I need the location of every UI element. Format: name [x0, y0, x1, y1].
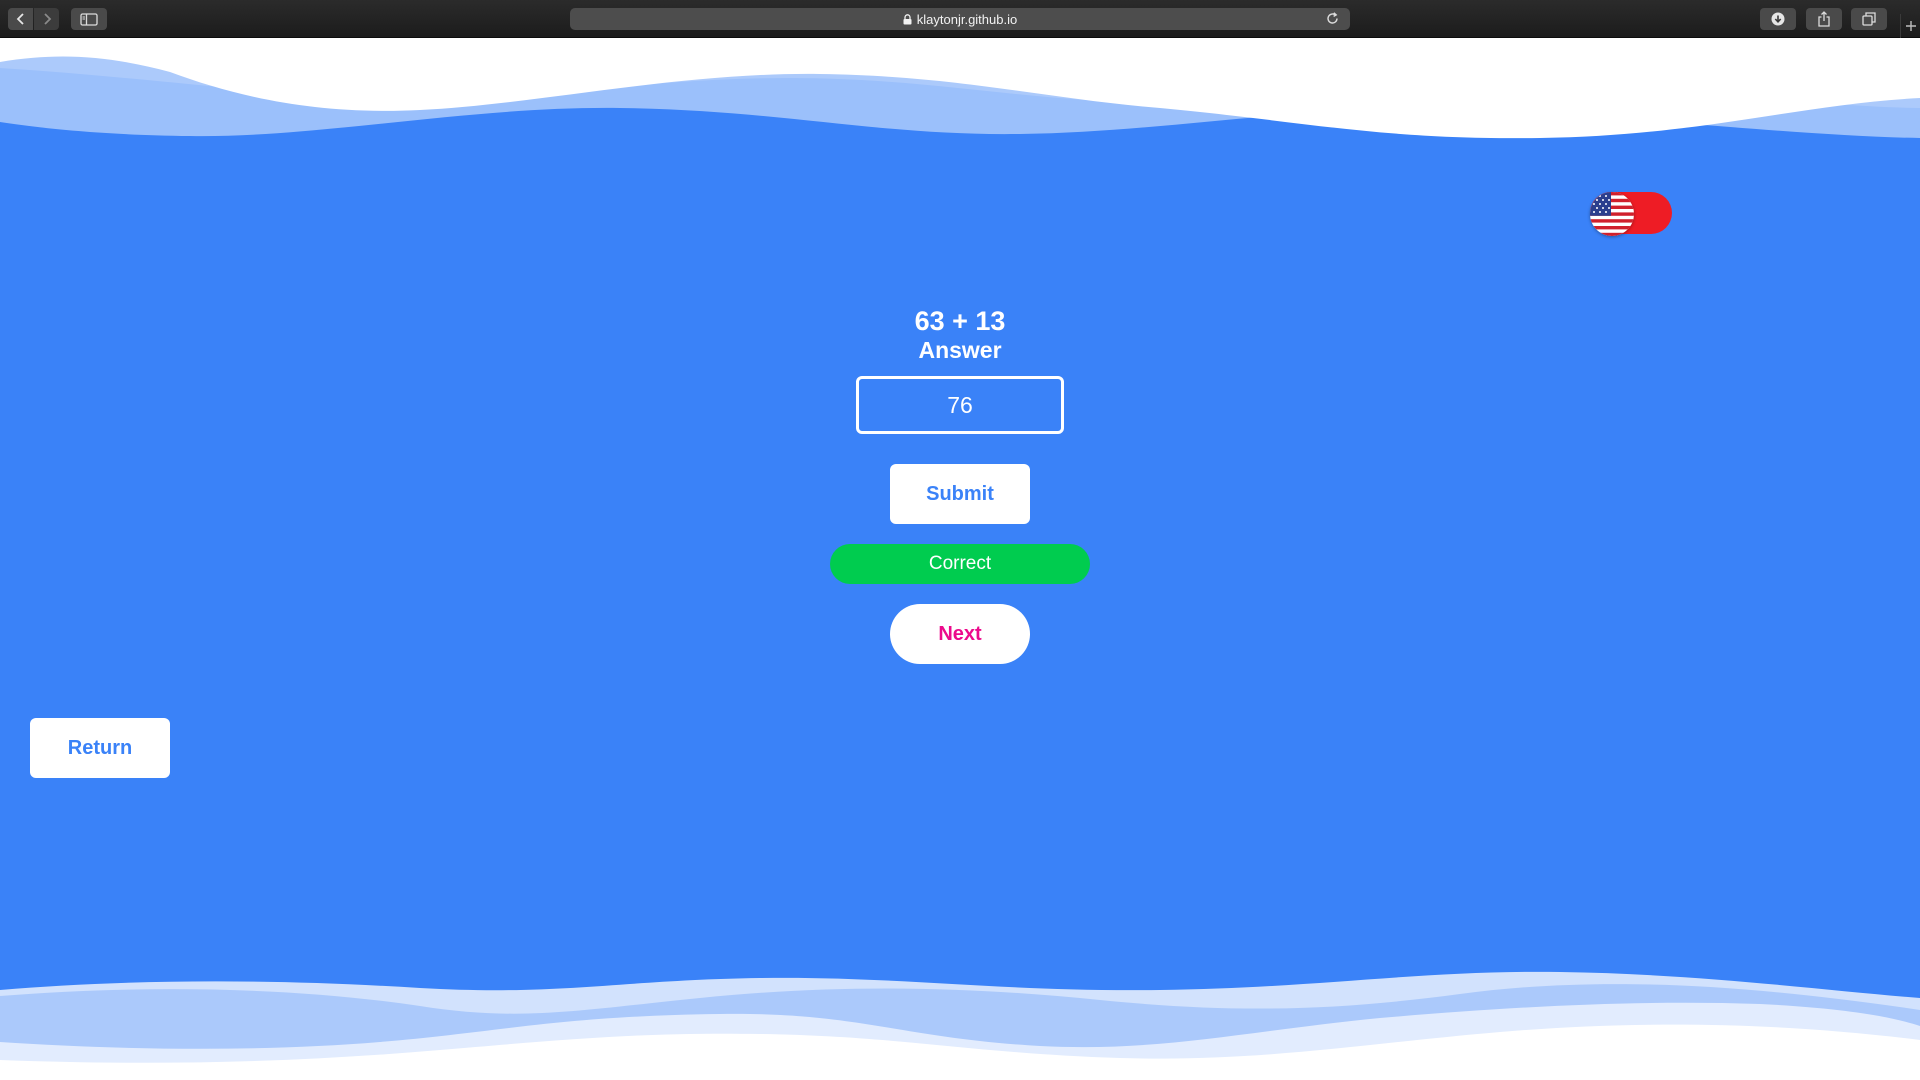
return-button[interactable]: Return — [30, 718, 170, 778]
chevron-right-icon — [43, 13, 51, 25]
answer-label: Answer — [918, 337, 1002, 363]
browser-toolbar: klaytonjr.github.io — [0, 0, 1920, 38]
question-text: 63 + 13 — [914, 306, 1006, 336]
plus-icon — [1905, 21, 1916, 31]
top-wave-decoration — [0, 38, 1920, 139]
forward-button[interactable] — [34, 8, 59, 30]
tab-overview-button[interactable] — [1851, 8, 1887, 30]
new-tab-button[interactable] — [1900, 14, 1920, 38]
download-icon — [1771, 12, 1785, 26]
lock-icon — [903, 13, 912, 24]
quiz-page: 63 + 13 Answer Submit Correct Next Retur… — [0, 38, 1920, 1080]
chevron-left-icon — [16, 13, 24, 25]
url-text: klaytonjr.github.io — [916, 11, 1018, 27]
share-button[interactable] — [1806, 8, 1842, 30]
us-flag-icon — [1590, 192, 1634, 236]
language-toggle[interactable] — [1590, 192, 1672, 236]
sidebar-toggle-button[interactable] — [71, 8, 107, 30]
address-bar[interactable]: klaytonjr.github.io — [570, 8, 1350, 30]
submit-button[interactable]: Submit — [890, 464, 1030, 524]
downloads-button[interactable] — [1760, 8, 1796, 30]
result-badge: Correct — [830, 544, 1090, 584]
quiz-panel: 63 + 13 Answer Submit Correct Next — [760, 306, 1160, 664]
bottom-wave-decoration — [0, 971, 1920, 1080]
tabs-overview-icon — [1862, 12, 1876, 26]
reload-icon[interactable] — [1325, 11, 1340, 26]
sidebar-icon — [80, 12, 98, 26]
back-button[interactable] — [8, 8, 33, 30]
share-icon — [1818, 11, 1830, 27]
next-button[interactable]: Next — [890, 604, 1030, 664]
answer-input[interactable] — [856, 376, 1064, 434]
